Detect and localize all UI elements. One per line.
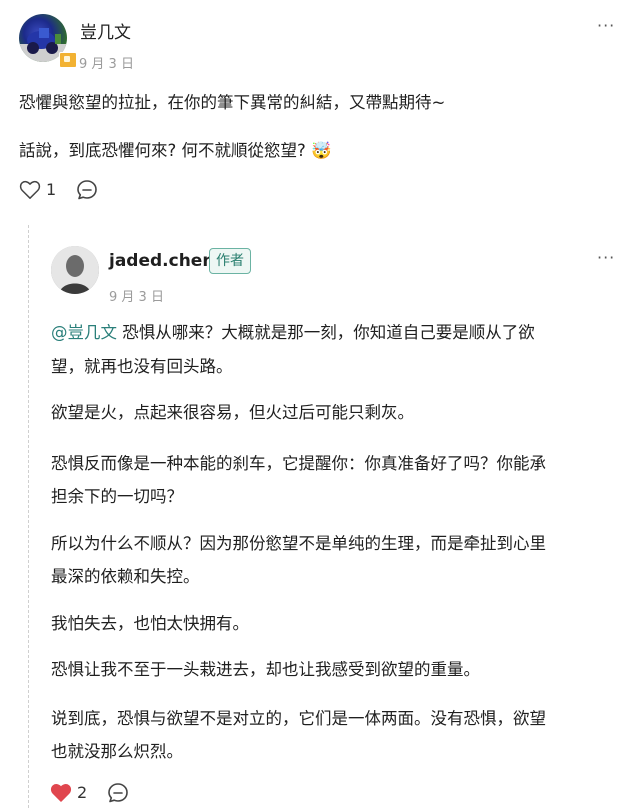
exploding-head-emoji: 🤯 (311, 141, 332, 160)
comment-date: 9 月 3 日 (79, 57, 134, 72)
reply-text-3: 恐惧反而像是一种本能的刹车，它提醒你：你真准备好了吗？你能承 (51, 454, 546, 473)
heart-icon (19, 180, 41, 199)
reply-avatar[interactable] (51, 246, 99, 294)
reply-like-count: 2 (77, 783, 88, 802)
reply-text-3b: 担余下的一切吗？ (51, 487, 183, 506)
reply-comment-button[interactable] (107, 782, 129, 804)
comment-text-2-body: 話說，到底恐懼何來? 何不就順從慾望? (19, 141, 312, 160)
reply-text-2: 欲望是火，点起来很容易，但火过后可能只剩灰。 (51, 403, 414, 422)
reply-text-4: 所以为什么不顺从？因为那份慾望不是单纯的生理，而是牵扯到心里 (51, 534, 546, 553)
comment-icon (77, 180, 97, 200)
reply-text-7: 说到底，恐惧与欲望不是对立的，它们是一体两面。没有恐惧，欲望 (51, 709, 546, 728)
level-badge-icon (59, 52, 77, 68)
reply-text-6: 恐惧让我不至于一头栽进去，却也让我感受到欲望的重量。 (51, 660, 480, 679)
comment-text-1: 恐懼與慾望的拉扯，在你的筆下異常的糾結，又帶點期待~ (19, 93, 446, 112)
thread-line (28, 225, 29, 808)
reply-text-4b: 最深的依赖和失控。 (51, 567, 200, 586)
comment-icon (108, 783, 128, 803)
comment-text-2: 話說，到底恐懼何來? 何不就順從慾望? 🤯 (19, 138, 332, 164)
reply-text-1b: 望，就再也没有回头路。 (51, 357, 233, 376)
mention-link[interactable]: @豈几文 (51, 323, 117, 342)
reply-author[interactable]: jaded.chen (109, 251, 214, 271)
comment-button[interactable] (76, 179, 98, 201)
like-button[interactable] (19, 180, 41, 200)
heart-filled-icon (50, 784, 72, 802)
reply-date: 9 月 3 日 (109, 290, 164, 305)
reply-text-1-body: 恐惧从哪来？大概就是那一刻，你知道自己要是顺从了欲 (117, 323, 535, 342)
reply-more-icon[interactable]: ··· (597, 248, 615, 267)
reply-text-1: @豈几文 恐惧从哪来？大概就是那一刻，你知道自己要是顺从了欲 (51, 320, 611, 346)
reply-text-5: 我怕失去，也怕太快拥有。 (51, 614, 249, 633)
comment-author[interactable]: 豈几文 (80, 18, 131, 43)
like-count: 1 (46, 180, 57, 199)
author-badge: 作者 (209, 248, 251, 274)
reply-like-button[interactable] (50, 783, 72, 803)
more-icon[interactable]: ··· (597, 16, 615, 35)
reply-text-7b: 也就没那么炽烈。 (51, 742, 183, 761)
